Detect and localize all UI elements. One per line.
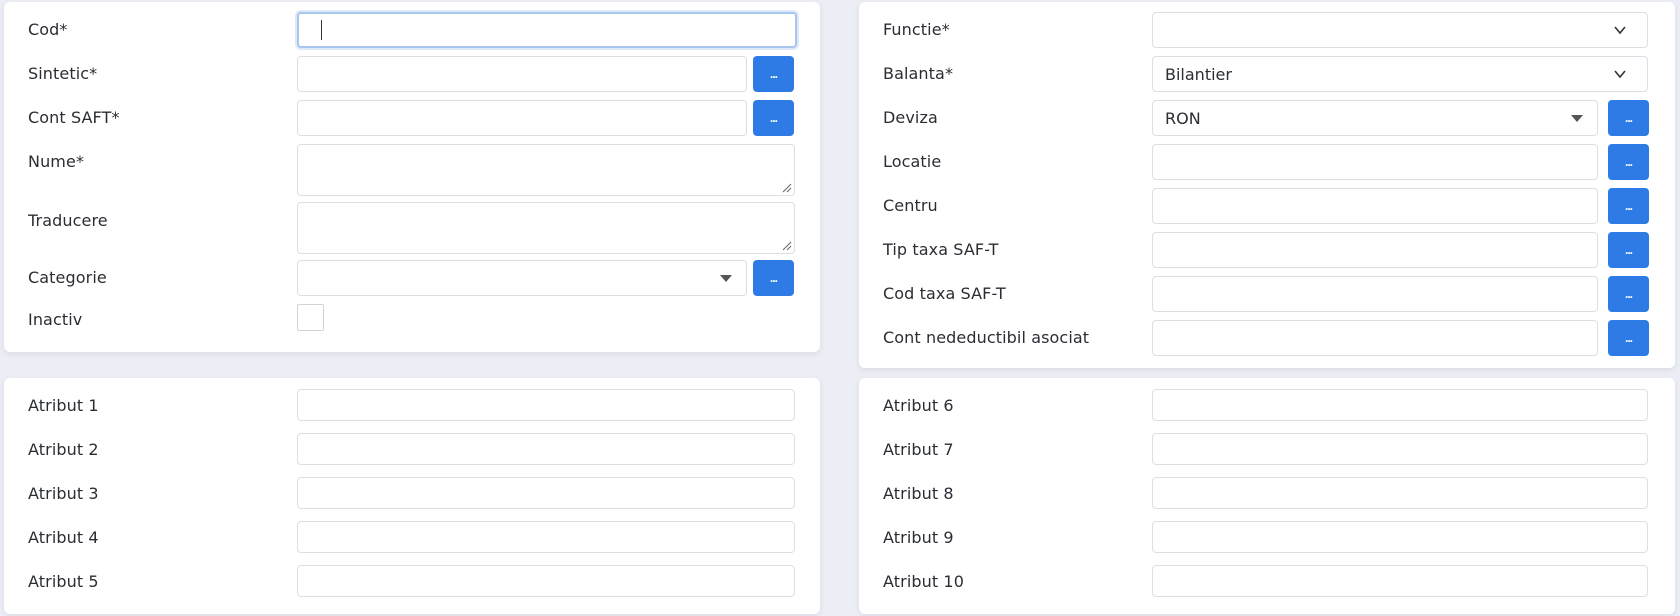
locatie-lookup-button[interactable]: ... xyxy=(1608,144,1649,180)
attribute-row: Atribut 3 xyxy=(4,477,820,509)
categorie-row: Categorie ... xyxy=(4,260,820,296)
categorie-lookup-button[interactable]: ... xyxy=(753,260,794,296)
tip-taxa-label: Tip taxa SAF-T xyxy=(883,240,999,259)
sintetic-lookup-button[interactable]: ... xyxy=(753,56,794,92)
attribute-10-input[interactable] xyxy=(1152,565,1648,597)
account-main-form-right: Functie* Balanta* Bilantier Deviza RON .… xyxy=(859,2,1675,368)
attribute-label: Atribut 9 xyxy=(883,528,954,547)
attribute-1-input[interactable] xyxy=(297,389,795,421)
cont-nedeductibil-label: Cont nedeductibil asociat xyxy=(883,328,1090,347)
attribute-row: Atribut 6 xyxy=(859,389,1675,421)
text-cursor xyxy=(321,20,322,40)
attribute-row: Atribut 4 xyxy=(4,521,820,553)
inactiv-checkbox[interactable] xyxy=(297,304,324,331)
centru-lookup-button[interactable]: ... xyxy=(1608,188,1649,224)
attribute-7-input[interactable] xyxy=(1152,433,1648,465)
locatie-label: Locatie xyxy=(883,152,942,171)
attribute-row: Atribut 9 xyxy=(859,521,1675,553)
attribute-5-input[interactable] xyxy=(297,565,795,597)
nume-row: Nume* xyxy=(4,144,820,196)
deviza-lookup-button[interactable]: ... xyxy=(1608,100,1649,136)
attribute-label: Atribut 4 xyxy=(28,528,99,547)
attribute-label: Atribut 6 xyxy=(883,396,954,415)
attribute-label: Atribut 2 xyxy=(28,440,99,459)
attribute-label: Atribut 5 xyxy=(28,572,99,591)
cont-nedeductibil-row: Cont nedeductibil asociat ... xyxy=(859,320,1675,356)
account-main-form-left: Cod* Sintetic* ... Cont SAFT* ... Nume* … xyxy=(4,2,820,352)
cod-row: Cod* xyxy=(4,12,820,48)
attribute-2-input[interactable] xyxy=(297,433,795,465)
inactiv-row: Inactiv xyxy=(4,304,820,334)
attributes-form-right: Atribut 6 Atribut 7 Atribut 8 Atribut 9 … xyxy=(859,378,1675,614)
cod-input[interactable] xyxy=(297,12,797,48)
cod-taxa-label: Cod taxa SAF-T xyxy=(883,284,1006,303)
cont-saft-input[interactable] xyxy=(297,100,747,136)
attribute-row: Atribut 8 xyxy=(859,477,1675,509)
attribute-row: Atribut 7 xyxy=(859,433,1675,465)
cont-saft-lookup-button[interactable]: ... xyxy=(753,100,794,136)
balanta-select[interactable]: Bilantier xyxy=(1152,56,1648,92)
triangle-down-icon xyxy=(720,275,732,282)
centru-row: Centru ... xyxy=(859,188,1675,224)
attribute-4-input[interactable] xyxy=(297,521,795,553)
categorie-label: Categorie xyxy=(28,268,107,287)
sintetic-input[interactable] xyxy=(297,56,747,92)
traducere-row: Traducere xyxy=(4,202,820,254)
tip-taxa-row: Tip taxa SAF-T ... xyxy=(859,232,1675,268)
traducere-textarea[interactable] xyxy=(297,202,795,254)
deviza-select[interactable]: RON xyxy=(1152,100,1598,136)
balanta-row: Balanta* Bilantier xyxy=(859,56,1675,92)
attribute-label: Atribut 7 xyxy=(883,440,954,459)
attribute-3-input[interactable] xyxy=(297,477,795,509)
attribute-6-input[interactable] xyxy=(1152,389,1648,421)
balanta-selected-value: Bilantier xyxy=(1165,64,1232,84)
attribute-8-input[interactable] xyxy=(1152,477,1648,509)
attribute-row: Atribut 5 xyxy=(4,565,820,597)
cod-taxa-lookup-button[interactable]: ... xyxy=(1608,276,1649,312)
chevron-down-icon xyxy=(1614,70,1626,79)
cod-taxa-input[interactable] xyxy=(1152,276,1598,312)
resize-handle-icon[interactable] xyxy=(782,183,792,193)
sintetic-label: Sintetic* xyxy=(28,64,98,83)
attribute-9-input[interactable] xyxy=(1152,521,1648,553)
tip-taxa-lookup-button[interactable]: ... xyxy=(1608,232,1649,268)
attribute-label: Atribut 10 xyxy=(883,572,964,591)
chevron-down-icon xyxy=(1614,26,1626,35)
attribute-label: Atribut 8 xyxy=(883,484,954,503)
nume-textarea[interactable] xyxy=(297,144,795,196)
cont-nedeductibil-input[interactable] xyxy=(1152,320,1598,356)
nume-label: Nume* xyxy=(28,152,85,171)
balanta-label: Balanta* xyxy=(883,64,954,83)
functie-label: Functie* xyxy=(883,20,950,39)
functie-select[interactable] xyxy=(1152,12,1648,48)
resize-handle-icon[interactable] xyxy=(782,241,792,251)
locatie-input[interactable] xyxy=(1152,144,1598,180)
triangle-down-icon xyxy=(1571,115,1583,122)
inactiv-label: Inactiv xyxy=(28,310,83,329)
cont-saft-row: Cont SAFT* ... xyxy=(4,100,820,136)
traducere-label: Traducere xyxy=(28,211,108,230)
cod-label: Cod* xyxy=(28,20,68,39)
attribute-row: Atribut 1 xyxy=(4,389,820,421)
attribute-label: Atribut 1 xyxy=(28,396,99,415)
attribute-row: Atribut 2 xyxy=(4,433,820,465)
cont-saft-label: Cont SAFT* xyxy=(28,108,120,127)
categorie-select[interactable] xyxy=(297,260,747,296)
centru-label: Centru xyxy=(883,196,938,215)
locatie-row: Locatie ... xyxy=(859,144,1675,180)
attributes-form-left: Atribut 1 Atribut 2 Atribut 3 Atribut 4 … xyxy=(4,378,820,614)
centru-input[interactable] xyxy=(1152,188,1598,224)
sintetic-row: Sintetic* ... xyxy=(4,56,820,92)
deviza-selected-value: RON xyxy=(1165,108,1201,128)
cont-nedeductibil-lookup-button[interactable]: ... xyxy=(1608,320,1649,356)
attribute-row: Atribut 10 xyxy=(859,565,1675,597)
deviza-label: Deviza xyxy=(883,108,938,127)
cod-taxa-row: Cod taxa SAF-T ... xyxy=(859,276,1675,312)
functie-row: Functie* xyxy=(859,12,1675,48)
deviza-row: Deviza RON ... xyxy=(859,100,1675,136)
attribute-label: Atribut 3 xyxy=(28,484,99,503)
tip-taxa-input[interactable] xyxy=(1152,232,1598,268)
